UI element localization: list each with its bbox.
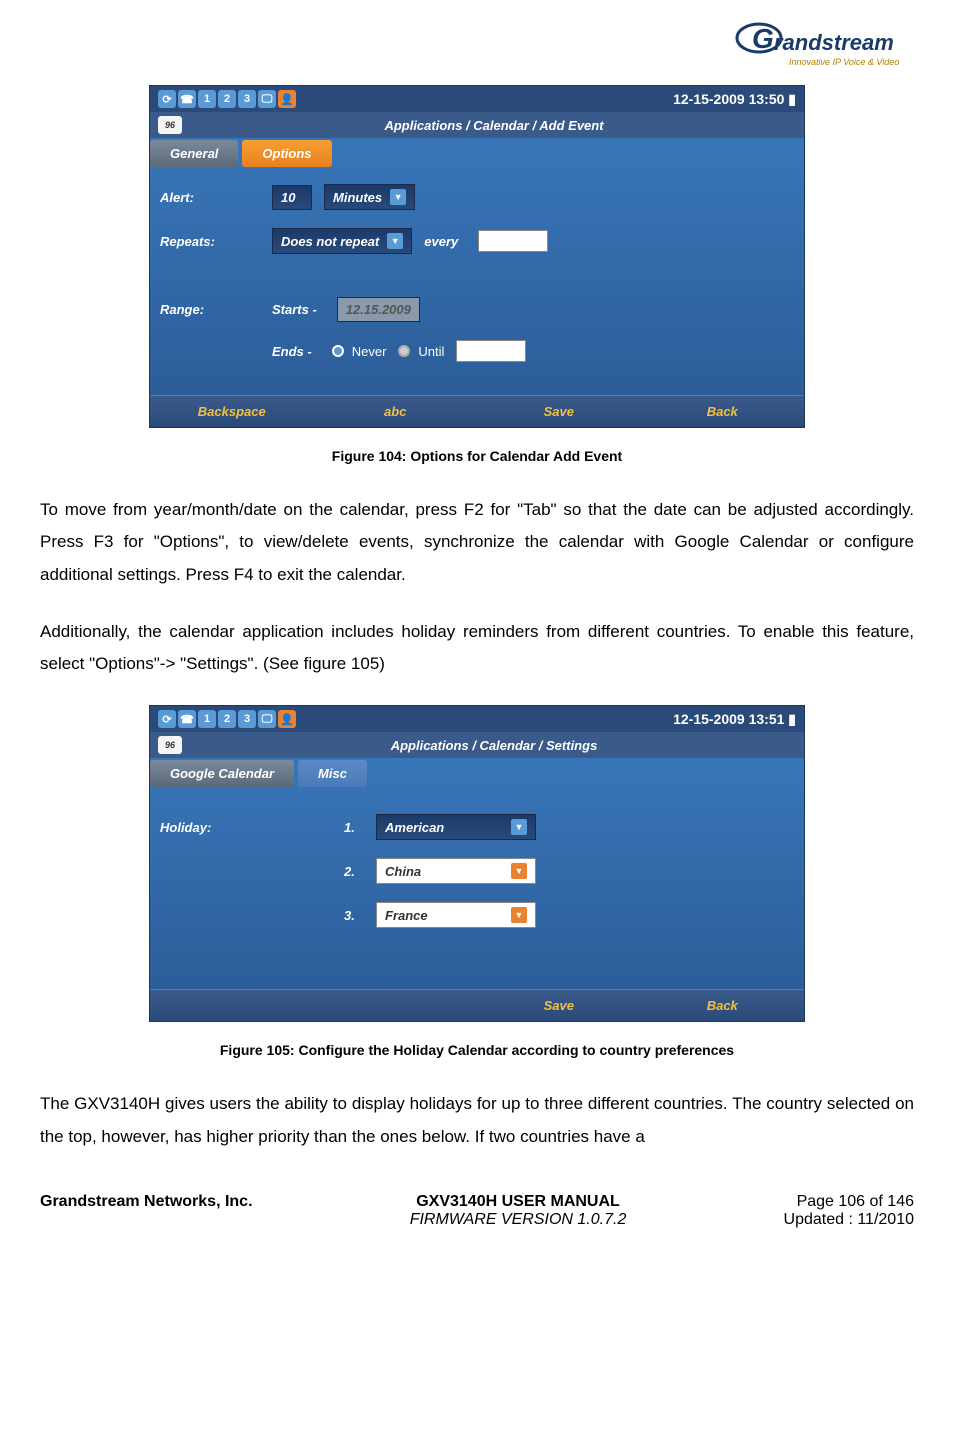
status-bar: ⟳ ☎ 1 2 3 🖵 👤 12-15-2009 13:50 ▮ [150,86,804,112]
chevron-down-icon: ▼ [511,907,527,923]
datetime: 12-15-2009 13:50 ▮ [673,91,796,108]
softkey-save[interactable]: Save [477,404,641,419]
holiday-dropdown-2[interactable]: China ▼ [376,858,536,884]
figure-caption-104: Figure 104: Options for Calendar Add Eve… [40,448,914,464]
computer-icon: 🖵 [258,90,276,108]
page-footer: Grandstream Networks, Inc. GXV3140H USER… [40,1193,914,1229]
titlebar-icon: 96 [158,736,182,754]
holiday-num-1: 1. [344,820,364,835]
starts-label: Starts - [272,302,317,317]
screenshot-add-event: ⟳ ☎ 1 2 3 🖵 👤 12-15-2009 13:50 ▮ 96 Appl… [149,85,805,428]
never-radio-group[interactable]: Never [332,344,387,359]
svg-text:Innovative IP Voice & Video: Innovative IP Voice & Video [789,57,899,67]
tab-misc[interactable]: Misc [298,760,367,787]
chevron-down-icon: ▼ [387,233,403,249]
tab-row: Google Calendar Misc [150,758,804,789]
row-holiday-3: 3. France ▼ [160,902,794,928]
status-bar: ⟳ ☎ 1 2 3 🖵 👤 12-15-2009 13:51 ▮ [150,706,804,732]
datetime: 12-15-2009 13:51 ▮ [673,711,796,728]
figure-caption-105: Figure 105: Configure the Holiday Calend… [40,1042,914,1058]
until-date-input[interactable] [456,340,526,362]
softkey-bar: Save Back [150,989,804,1021]
form-area: Alert: 10 Minutes ▼ Repeats: Does not re… [150,169,804,395]
range-label: Range: [160,302,260,317]
battery-icon: ▮ [788,711,796,727]
computer-icon: 🖵 [258,710,276,728]
title-bar: 96 Applications / Calendar / Settings [150,732,804,758]
repeats-label: Repeats: [160,234,260,249]
row-repeats: Repeats: Does not repeat ▼ every [160,228,794,254]
alert-label: Alert: [160,190,260,205]
chevron-down-icon: ▼ [511,819,527,835]
holiday-num-3: 3. [344,908,364,923]
status-num-2: 2 [218,710,236,728]
starts-date-input[interactable]: 12.15.2009 [337,297,420,322]
ends-label: Ends - [272,344,312,359]
svg-text:G: G [752,23,774,54]
alert-icon: 👤 [278,710,296,728]
row-range-start: Range: Starts - 12.15.2009 [160,297,794,322]
status-num-3: 3 [238,710,256,728]
tab-general[interactable]: General [150,140,238,167]
footer-center: GXV3140H USER MANUAL FIRMWARE VERSION 1.… [410,1193,627,1229]
battery-icon: ▮ [788,91,796,107]
footer-right: Page 106 of 146 Updated : 11/2010 [784,1193,914,1229]
chevron-down-icon: ▼ [390,189,406,205]
holiday-dropdown-1[interactable]: American ▼ [376,814,536,840]
alert-icon: 👤 [278,90,296,108]
softkey-bar: Backspace abc Save Back [150,395,804,427]
titlebar-icon: 96 [158,116,182,134]
alert-value-input[interactable]: 10 [272,185,312,210]
chevron-down-icon: ▼ [511,863,527,879]
footer-company: Grandstream Networks, Inc. [40,1193,253,1229]
status-icons: ⟳ ☎ 1 2 3 🖵 👤 [158,710,296,728]
every-input[interactable] [478,230,548,252]
row-holiday-1: Holiday: 1. American ▼ [160,814,794,840]
softkey-back[interactable]: Back [641,998,805,1013]
tab-row: General Options [150,138,804,169]
alert-unit-dropdown[interactable]: Minutes ▼ [324,184,415,210]
softkey-abc[interactable]: abc [314,404,478,419]
title-bar: 96 Applications / Calendar / Add Event [150,112,804,138]
softkey-backspace[interactable]: Backspace [150,404,314,419]
radio-never-icon [332,345,344,357]
row-holiday-2: 2. China ▼ [160,858,794,884]
row-alert: Alert: 10 Minutes ▼ [160,184,794,210]
holiday-dropdown-3[interactable]: France ▼ [376,902,536,928]
title-text: Applications / Calendar / Add Event [192,118,796,133]
row-range-end: Ends - Never Until [160,340,794,362]
paragraph-3: The GXV3140H gives users the ability to … [40,1088,914,1153]
refresh-icon: ⟳ [158,90,176,108]
phone-icon: ☎ [178,710,196,728]
status-num-2: 2 [218,90,236,108]
every-label: every [424,234,458,249]
form-area: Holiday: 1. American ▼ 2. China ▼ 3. Fra… [150,789,804,989]
paragraph-2: Additionally, the calendar application i… [40,616,914,681]
holiday-num-2: 2. [344,864,364,879]
softkey-back[interactable]: Back [641,404,805,419]
brand-logo: G randstream Innovative IP Voice & Video [40,20,914,75]
phone-icon: ☎ [178,90,196,108]
softkey-save[interactable]: Save [477,998,641,1013]
radio-until-icon [398,345,410,357]
holiday-label: Holiday: [160,820,260,835]
paragraph-1: To move from year/month/date on the cale… [40,494,914,591]
tab-options[interactable]: Options [242,140,331,167]
screenshot-settings: ⟳ ☎ 1 2 3 🖵 👤 12-15-2009 13:51 ▮ 96 Appl… [149,705,805,1022]
refresh-icon: ⟳ [158,710,176,728]
title-text: Applications / Calendar / Settings [192,738,796,753]
svg-text:randstream: randstream [774,30,894,55]
tab-google-calendar[interactable]: Google Calendar [150,760,294,787]
status-num-1: 1 [198,710,216,728]
status-num-1: 1 [198,90,216,108]
status-num-3: 3 [238,90,256,108]
until-radio-group[interactable]: Until [398,344,444,359]
repeats-dropdown[interactable]: Does not repeat ▼ [272,228,412,254]
status-icons: ⟳ ☎ 1 2 3 🖵 👤 [158,90,296,108]
